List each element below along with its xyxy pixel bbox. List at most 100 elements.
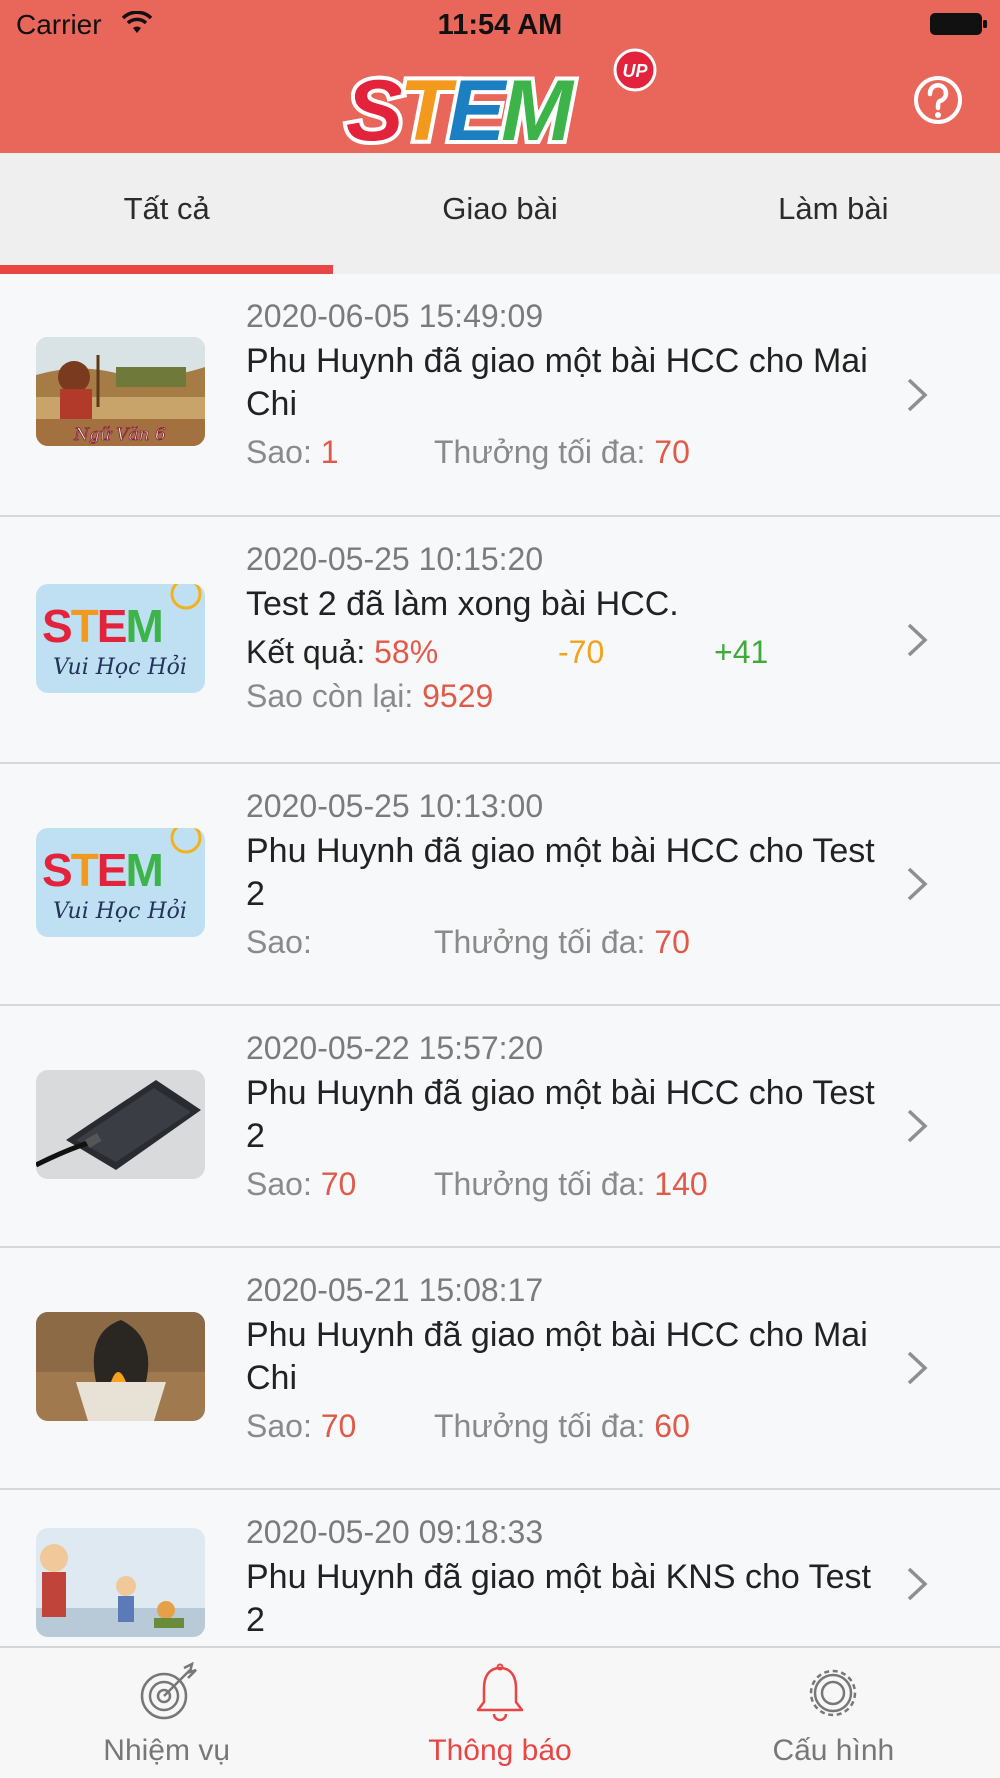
notification-title: Phu Huynh đã giao một bài HCC cho Test 2 bbox=[246, 1074, 875, 1155]
notification-title: Phu Huynh đã giao một bài HCC cho Mai Ch… bbox=[246, 342, 868, 423]
thumbnail-caption: Vui Học Hỏi bbox=[53, 654, 187, 680]
notification-item[interactable]: 2020-05-22 15:57:20 Phu Huynh đã giao mộ… bbox=[0, 1006, 1000, 1248]
notification-meta: Sao: 70 Thưởng tối đa: 60 bbox=[246, 1406, 886, 1446]
max-reward-label: Thưởng tối đa: bbox=[434, 434, 646, 470]
notification-content: 2020-05-25 10:15:20 Test 2 đã làm xong b… bbox=[246, 539, 886, 716]
stars-label: Sao: bbox=[246, 1408, 312, 1444]
chevron-right-icon bbox=[907, 1109, 928, 1143]
notification-timestamp: 2020-06-05 15:49:09 bbox=[246, 298, 544, 334]
svg-text:STEM: STEM bbox=[42, 600, 162, 652]
logo-badge: UP bbox=[622, 61, 648, 81]
chevron-right-icon bbox=[907, 1351, 928, 1385]
tab-do-work[interactable]: Làm bài bbox=[667, 153, 1000, 274]
battery-icon bbox=[930, 13, 987, 35]
max-reward-label: Thưởng tối đa: bbox=[434, 924, 646, 960]
tabbar-item-settings[interactable]: Cấu hình bbox=[667, 1648, 1000, 1778]
stars-label: Sao: bbox=[246, 1166, 312, 1202]
max-reward-field: Thưởng tối đa: 140 bbox=[434, 1164, 708, 1204]
chevron-right-icon bbox=[907, 623, 928, 657]
remaining-field: Sao còn lại: 9529 bbox=[246, 676, 493, 716]
notification-content: 2020-05-22 15:57:20 Phu Huynh đã giao mộ… bbox=[246, 1028, 886, 1204]
notification-thumbnail: STEM Vui Học Hỏi bbox=[36, 584, 205, 693]
tab-label: Tất cả bbox=[123, 190, 210, 226]
tabbar-label: Nhiệm vụ bbox=[103, 1734, 231, 1767]
tabbar-item-missions[interactable]: Nhiệm vụ bbox=[0, 1648, 333, 1778]
bottom-tab-bar: Nhiệm vụ Thông báo Cấu hình bbox=[0, 1646, 1000, 1778]
notification-content: 2020-06-05 15:49:09 Phu Huynh đã giao mộ… bbox=[246, 296, 886, 472]
max-reward-field: Thưởng tối đa: 70 bbox=[434, 922, 690, 962]
gear-icon bbox=[810, 1669, 857, 1717]
segment-tabs: Tất cả Giao bài Làm bài bbox=[0, 153, 1000, 274]
tab-all[interactable]: Tất cả bbox=[0, 153, 334, 274]
tab-label: Làm bài bbox=[778, 190, 889, 226]
remaining-value: 9529 bbox=[422, 678, 494, 714]
notification-thumbnail bbox=[36, 1070, 205, 1179]
remaining-row: Sao còn lại: 9529 bbox=[246, 676, 886, 716]
result-value: 58% bbox=[374, 634, 439, 670]
notification-meta: Sao: 1 Thưởng tối đa: 70 bbox=[246, 432, 886, 472]
notification-meta: Sao: Thưởng tối đa: 70 bbox=[246, 922, 886, 962]
notification-timestamp: 2020-05-25 10:13:00 bbox=[246, 788, 544, 824]
max-reward-label: Thưởng tối đa: bbox=[434, 1408, 646, 1444]
tabbar-label: Thông báo bbox=[428, 1734, 572, 1767]
notification-timestamp: 2020-05-21 15:08:17 bbox=[246, 1272, 544, 1308]
tabbar-item-notifications[interactable]: Thông báo bbox=[333, 1648, 666, 1778]
stars-label: Sao: bbox=[246, 434, 312, 470]
tabbar-label: Cấu hình bbox=[772, 1734, 895, 1767]
notification-timestamp: 2020-05-25 10:15:20 bbox=[246, 541, 544, 577]
max-reward-value: 70 bbox=[654, 434, 690, 470]
stars-field: Sao: 1 bbox=[246, 432, 339, 472]
notification-item[interactable]: STEM Vui Học Hỏi 2020-05-25 10:15:20 Tes… bbox=[0, 517, 1000, 764]
stars-value: 70 bbox=[320, 1166, 357, 1202]
stars-value: 70 bbox=[320, 1408, 357, 1444]
notification-title: Test 2 đã làm xong bài HCC. bbox=[246, 585, 679, 623]
result-label: Kết quả: bbox=[246, 634, 366, 670]
max-reward-field: Thưởng tối đa: 60 bbox=[434, 1406, 690, 1446]
max-reward-value: 140 bbox=[654, 1166, 708, 1202]
help-circle-icon[interactable] bbox=[912, 74, 964, 126]
status-time: 11:54 AM bbox=[437, 9, 563, 41]
chevron-right-icon bbox=[907, 378, 928, 412]
chevron-right-icon bbox=[907, 867, 928, 901]
stem-logo: STEM UP bbox=[342, 48, 657, 148]
result-row: Kết quả: 58% -70 +41 bbox=[246, 632, 886, 672]
max-reward-value: 70 bbox=[654, 924, 690, 960]
stars-field: Sao: bbox=[246, 922, 312, 962]
notification-content: 2020-05-25 10:13:00 Phu Huynh đã giao mộ… bbox=[246, 786, 886, 962]
tab-assigned[interactable]: Giao bài bbox=[333, 153, 666, 274]
notification-thumbnail: Ngữ Văn 6 bbox=[36, 337, 205, 446]
stars-field: Sao: 70 bbox=[246, 1164, 356, 1204]
chevron-right-icon bbox=[907, 1567, 928, 1601]
notification-item[interactable]: 2020-05-20 09:18:33 Phu Huynh đã giao mộ… bbox=[0, 1490, 1000, 1646]
notification-timestamp: 2020-05-20 09:18:33 bbox=[246, 1514, 544, 1550]
notification-title: Phu Huynh đã giao một bài HCC cho Mai Ch… bbox=[246, 1316, 868, 1397]
target-icon bbox=[140, 1662, 197, 1720]
result-minus: -70 bbox=[558, 634, 605, 670]
bell-icon bbox=[476, 1663, 524, 1722]
max-reward-value: 60 bbox=[654, 1408, 690, 1444]
notification-thumbnail bbox=[36, 1528, 205, 1637]
svg-text:STEM: STEM bbox=[42, 844, 162, 896]
max-reward-field: Thưởng tối đa: 70 bbox=[434, 432, 690, 472]
notification-list: Ngữ Văn 6 2020-06-05 15:49:09 Phu Huynh … bbox=[0, 274, 1000, 1646]
thumbnail-caption: Vui Học Hỏi bbox=[53, 898, 187, 924]
notification-content: 2020-05-21 15:08:17 Phu Huynh đã giao mộ… bbox=[246, 1270, 886, 1446]
notification-thumbnail bbox=[36, 1312, 205, 1421]
stars-value: 1 bbox=[320, 434, 339, 470]
result-field: Kết quả: 58% bbox=[246, 632, 438, 672]
notification-title: Phu Huynh đã giao một bài KNS cho Test 2 bbox=[246, 1558, 871, 1639]
notification-timestamp: 2020-05-22 15:57:20 bbox=[246, 1030, 544, 1066]
thumbnail-caption: Ngữ Văn 6 bbox=[73, 425, 166, 445]
notification-meta: Sao: 70 Thưởng tối đa: 140 bbox=[246, 1164, 886, 1204]
stars-label: Sao: bbox=[246, 924, 312, 960]
result-plus: +41 bbox=[714, 634, 769, 670]
remaining-label: Sao còn lại: bbox=[246, 678, 414, 714]
app-header: Carrier 11:54 AM STEM UP bbox=[0, 0, 1000, 153]
notification-item[interactable]: STEM Vui Học Hỏi 2020-05-25 10:13:00 Phu… bbox=[0, 764, 1000, 1006]
max-reward-label: Thưởng tối đa: bbox=[434, 1166, 646, 1202]
notification-item[interactable]: 2020-05-21 15:08:17 Phu Huynh đã giao mộ… bbox=[0, 1248, 1000, 1490]
notification-content: 2020-05-20 09:18:33 Phu Huynh đã giao mộ… bbox=[246, 1512, 886, 1642]
tab-label: Giao bài bbox=[442, 190, 558, 226]
notification-item[interactable]: Ngữ Văn 6 2020-06-05 15:49:09 Phu Huynh … bbox=[0, 274, 1000, 517]
notification-title: Phu Huynh đã giao một bài HCC cho Test 2 bbox=[246, 832, 875, 913]
